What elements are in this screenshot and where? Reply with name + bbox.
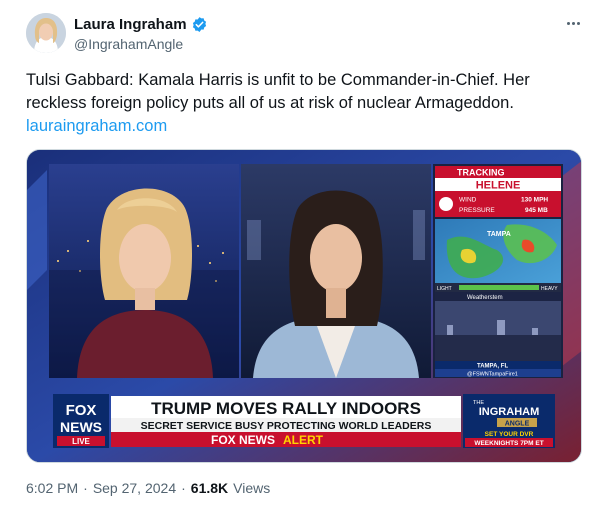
host-panel [49, 164, 239, 378]
views-count: 61.8K [190, 480, 229, 496]
more-horizontal-icon[interactable] [562, 14, 584, 32]
legend-heavy: HEAVY [541, 286, 558, 292]
headline: TRUMP MOVES RALLY INDOORS [151, 399, 421, 418]
live-label: LIVE [72, 437, 90, 446]
weatherstem-label: Weatherstem [467, 295, 503, 301]
author-display-name[interactable]: Laura Ingraham [74, 16, 187, 33]
tweet-link[interactable]: lauraingraham.com [26, 115, 566, 138]
more-dot [571, 21, 575, 25]
meta-separator: · [181, 480, 186, 496]
tweet-date[interactable]: Sep 27, 2024 [93, 480, 176, 496]
lower-third: FOX NEWS LIVE TRUMP MOVES RALLY INDOORS … [53, 394, 555, 448]
show-name: INGRAHAM [479, 406, 540, 418]
wind-value: 130 MPH [521, 197, 548, 204]
author-name-row[interactable]: Laura Ingraham [74, 15, 208, 33]
tweet-card: Laura Ingraham @IngrahamAngle Tulsi Gabb… [0, 0, 600, 506]
dvr-line: SET YOUR DVR [485, 431, 534, 438]
tweet-footer: 6:02 PM · Sep 27, 2024 · 61.8K Views [26, 480, 270, 496]
logo-news: NEWS [60, 419, 102, 435]
avatar-image [26, 13, 66, 53]
tweet-media-image[interactable]: TRACKING HELENE WIND 130 MPH PRESSURE 94… [26, 149, 582, 463]
verified-badge-icon [192, 16, 206, 32]
more-dot [566, 21, 570, 25]
storm-name: HELENE [476, 180, 521, 192]
tweet-text: Tulsi Gabbard: Kamala Harris is unfit to… [26, 69, 566, 138]
cam-location: TAMPA, FL [477, 364, 508, 370]
subheadline: SECRET SERVICE BUSY PROTECTING WORLD LEA… [141, 420, 432, 432]
tv-screenshot: TRACKING HELENE WIND 130 MPH PRESSURE 94… [27, 150, 581, 462]
alert-word: ALERT [283, 433, 324, 447]
tracking-label: TRACKING [457, 168, 505, 178]
pressure-label: PRESSURE [459, 207, 495, 214]
map-city: TAMPA [487, 231, 511, 238]
views-label: Views [233, 480, 271, 496]
meta-separator: · [83, 480, 88, 496]
pressure-value: 945 MB [525, 207, 548, 214]
show-angle: ANGLE [505, 421, 530, 428]
tweet-time[interactable]: 6:02 PM [26, 480, 78, 496]
legend-light: LIGHT [437, 286, 452, 292]
alert-brand: FOX NEWS [211, 433, 275, 447]
more-dot [576, 21, 580, 25]
logo-fox: FOX [66, 402, 97, 419]
wind-label: WIND [459, 197, 477, 204]
guest-panel [241, 164, 431, 378]
author-handle[interactable]: @IngrahamAngle [74, 36, 183, 52]
tweet-body: Tulsi Gabbard: Kamala Harris is unfit to… [26, 71, 530, 112]
cam-credit: @FSWNTampaFire1 [467, 372, 518, 378]
avatar[interactable] [26, 13, 66, 53]
weather-panel: TRACKING HELENE WIND 130 MPH PRESSURE 94… [433, 164, 563, 378]
time-line: WEEKNIGHTS 7PM ET [474, 440, 543, 447]
hurricane-icon [439, 197, 453, 211]
